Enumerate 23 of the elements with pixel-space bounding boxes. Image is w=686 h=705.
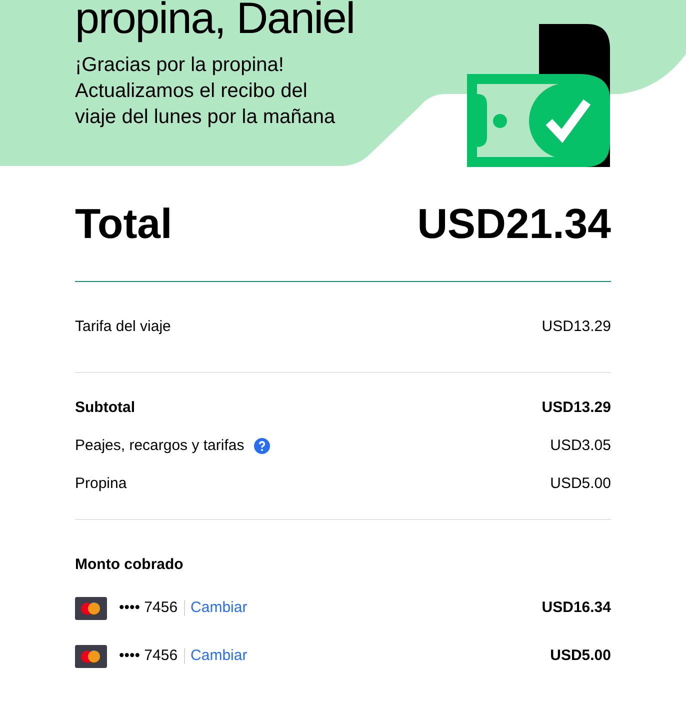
line-item-amount: USD13.29 [542, 398, 611, 418]
money-check-icon [467, 24, 612, 167]
line-item-label: Propina [75, 474, 127, 494]
charged-title: Monto cobrado [75, 555, 184, 575]
thanks-message: ¡Gracias por la propina! Actualizamos el recibo del viaje del lunes por la mañana [75, 53, 336, 130]
line-item-label: Peajes, recargos y tarifas [75, 436, 244, 456]
line-item-amount: USD3.05 [550, 436, 611, 456]
change-link[interactable]: Cambiar [190, 644, 248, 668]
fare-label: Tarifa del viaje [75, 316, 171, 337]
card-icon [75, 644, 107, 668]
total-label: Total [75, 199, 172, 249]
card-icon [75, 596, 107, 620]
card-number: •••• 7456 [119, 646, 178, 666]
payment-amount: USD16.34 [542, 598, 611, 618]
card-number: •••• 7456 [119, 598, 178, 618]
change-link[interactable]: Cambiar [190, 596, 248, 620]
line-item-amount: USD5.00 [550, 474, 611, 494]
line-item-label: Subtotal [75, 398, 135, 418]
fare-amount: USD13.29 [542, 316, 611, 337]
payment-amount: USD5.00 [550, 646, 611, 666]
header-title: propina, Daniel [75, 0, 354, 44]
total-amount: USD21.34 [417, 199, 611, 249]
help-icon[interactable] [254, 438, 270, 454]
